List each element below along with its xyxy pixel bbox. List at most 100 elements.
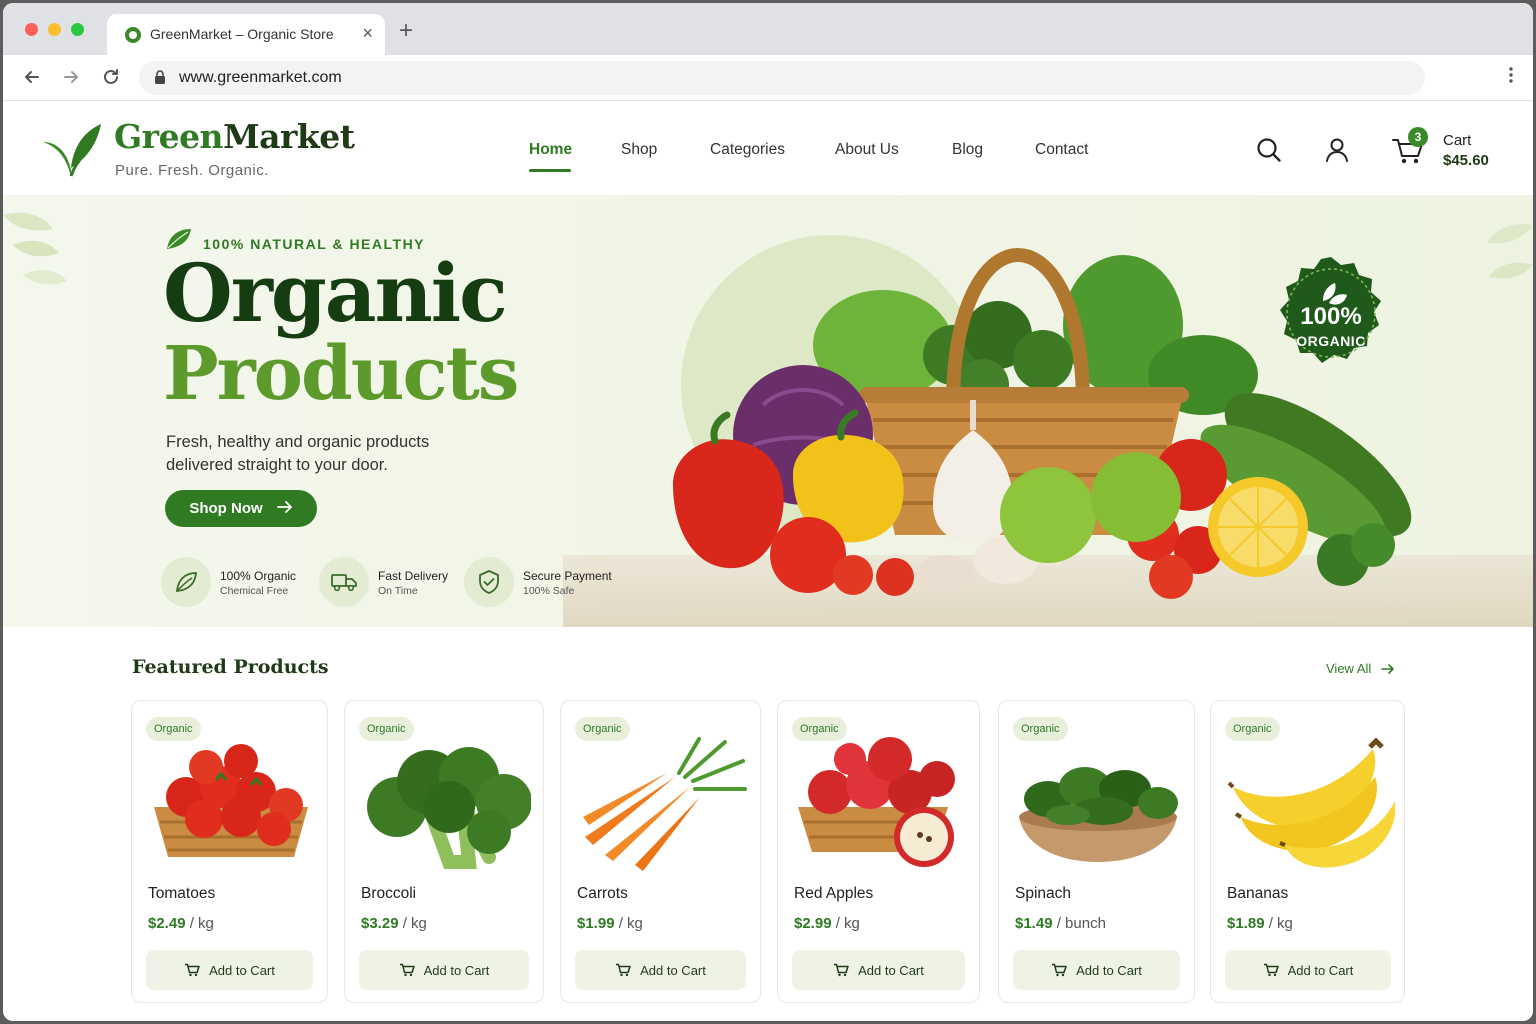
product-name[interactable]: Spinach <box>1015 885 1071 903</box>
hero-subtitle: Fresh, healthy and organic products deli… <box>166 433 430 474</box>
shop-now-button[interactable]: Shop Now <box>165 490 317 527</box>
nav-about-us[interactable]: About Us <box>835 141 899 159</box>
product-card-bananas[interactable]: Organic Bananas $1.89 / kg Add to Cart <box>1210 700 1405 1003</box>
account-icon[interactable] <box>1325 137 1349 168</box>
tab-title: GreenMarket – Organic Store <box>150 26 334 42</box>
add-to-cart-label: Add to Cart <box>1076 962 1142 978</box>
product-card-spinach[interactable]: Organic Spinach $1.49 / bunch Add to Car… <box>998 700 1195 1003</box>
cart-icon <box>834 963 849 977</box>
add-to-cart-button[interactable]: Add to Cart <box>1225 950 1391 990</box>
reload-icon[interactable] <box>98 64 124 90</box>
shield-icon <box>464 557 514 607</box>
nav-active-indicator <box>529 169 571 172</box>
feature-subtitle: On Time <box>378 585 418 597</box>
product-card-tomatoes[interactable]: Organic Tomatoes $2.49 / kg Add to Cart <box>131 700 328 1003</box>
price-value: $1.89 <box>1227 915 1265 932</box>
add-to-cart-button[interactable]: Add to Cart <box>146 950 313 990</box>
hero-banner: 100% NATURAL & HEALTHY Organic Products … <box>3 195 1533 627</box>
price-unit: / kg <box>402 915 427 932</box>
window-controls <box>25 23 84 36</box>
nav-blog[interactable]: Blog <box>952 141 983 159</box>
add-to-cart-button[interactable]: Add to Cart <box>792 950 965 990</box>
favicon-icon <box>125 27 141 43</box>
add-to-cart-button[interactable]: Add to Cart <box>1013 950 1180 990</box>
back-icon[interactable] <box>19 64 45 90</box>
product-name[interactable]: Broccoli <box>361 885 416 903</box>
decor-leaves-right-icon <box>1487 223 1533 279</box>
organic-seal-badge: 100% ORGANIC <box>1271 255 1391 375</box>
forward-icon[interactable] <box>58 64 84 90</box>
cart-icon <box>1263 963 1279 977</box>
browser-tab[interactable]: GreenMarket – Organic Store × <box>107 14 385 55</box>
badge-label: ORGANIC <box>1296 333 1366 349</box>
add-to-cart-button[interactable]: Add to Cart <box>359 950 529 990</box>
price-value: $2.99 <box>794 915 832 932</box>
product-name[interactable]: Bananas <box>1227 885 1288 903</box>
add-to-cart-label: Add to Cart <box>209 962 275 978</box>
price-value: $1.99 <box>577 915 615 932</box>
logo-text-green: Green <box>114 117 224 156</box>
add-to-cart-label: Add to Cart <box>423 962 490 978</box>
add-to-cart-label: Add to Cart <box>1287 962 1354 978</box>
carrots-image <box>583 737 747 871</box>
product-price: $2.99 / kg <box>794 915 860 932</box>
minimize-window-button[interactable] <box>48 23 61 36</box>
address-bar[interactable]: www.greenmarket.com <box>139 61 1425 95</box>
view-all-label: View All <box>1326 661 1372 676</box>
product-price: $3.29 / kg <box>361 915 427 932</box>
product-price: $1.49 / bunch <box>1015 915 1106 932</box>
browser-window: GreenMarket – Organic Store × + www.gree… <box>3 3 1533 1021</box>
price-unit: / kg <box>189 915 214 932</box>
nav-home[interactable]: Home <box>529 141 572 159</box>
feature-title: Secure Payment <box>523 569 612 583</box>
cart-total[interactable]: $45.60 <box>1443 152 1489 169</box>
arrow-right-icon <box>276 500 293 518</box>
product-card-broccoli[interactable]: Organic Broccoli $3.29 / kg Add to Cart <box>344 700 544 1003</box>
feature-title: 100% Organic <box>220 569 297 583</box>
add-to-cart-label: Add to Cart <box>640 962 706 978</box>
add-to-cart-button[interactable]: Add to Cart <box>575 950 746 990</box>
feature-title: Fast Delivery <box>378 569 449 583</box>
badge-percent: 100% <box>1300 303 1362 330</box>
featured-section-title: Featured Products <box>132 656 329 678</box>
cart-label[interactable]: Cart <box>1443 132 1471 149</box>
product-name[interactable]: Carrots <box>577 885 628 903</box>
price-unit: / kg <box>1268 915 1293 932</box>
red-apples-image <box>798 737 955 867</box>
site-logo[interactable]: GreenMarket <box>114 117 355 156</box>
browser-menu-icon[interactable] <box>1509 66 1513 89</box>
product-card-carrots[interactable]: Organic Carrots $1.99 / kg Add to Cart <box>560 700 761 1003</box>
truck-icon <box>319 557 369 607</box>
site-header: GreenMarket Pure. Fresh. Organic. Home S… <box>3 101 1533 195</box>
nav-shop[interactable]: Shop <box>621 141 657 159</box>
cart-icon <box>1052 963 1067 977</box>
nav-contact[interactable]: Contact <box>1035 141 1088 159</box>
product-name[interactable]: Tomatoes <box>148 885 215 903</box>
cart-icon <box>616 963 631 977</box>
hero-title-line2: Products <box>163 331 519 417</box>
close-tab-icon[interactable]: × <box>362 23 373 44</box>
product-price: $2.49 / kg <box>148 915 214 932</box>
search-icon[interactable] <box>1256 137 1282 168</box>
feature-subtitle: Chemical Free <box>220 585 289 597</box>
broccoli-image <box>367 747 531 869</box>
browser-toolbar: www.greenmarket.com <box>3 55 1533 101</box>
price-unit: / bunch <box>1056 915 1106 932</box>
cart-icon <box>185 963 200 977</box>
maximize-window-button[interactable] <box>71 23 84 36</box>
logo-text-market: Market <box>223 117 355 156</box>
product-name[interactable]: Red Apples <box>794 885 873 903</box>
url-text: www.greenmarket.com <box>179 69 342 86</box>
nav-categories[interactable]: Categories <box>710 141 785 159</box>
view-all-link[interactable]: View All <box>1326 661 1395 676</box>
new-tab-icon[interactable]: + <box>399 19 413 43</box>
product-card-red-apples[interactable]: Organic Red Apples $2.99 / kg Add to Car… <box>777 700 980 1003</box>
lock-icon <box>154 70 166 89</box>
feature-subtitle: 100% Safe <box>523 585 575 597</box>
price-unit: / kg <box>618 915 643 932</box>
leaf-icon <box>161 557 211 607</box>
price-value: $1.49 <box>1015 915 1053 932</box>
close-window-button[interactable] <box>25 23 38 36</box>
price-value: $3.29 <box>361 915 399 932</box>
product-price: $1.99 / kg <box>577 915 643 932</box>
